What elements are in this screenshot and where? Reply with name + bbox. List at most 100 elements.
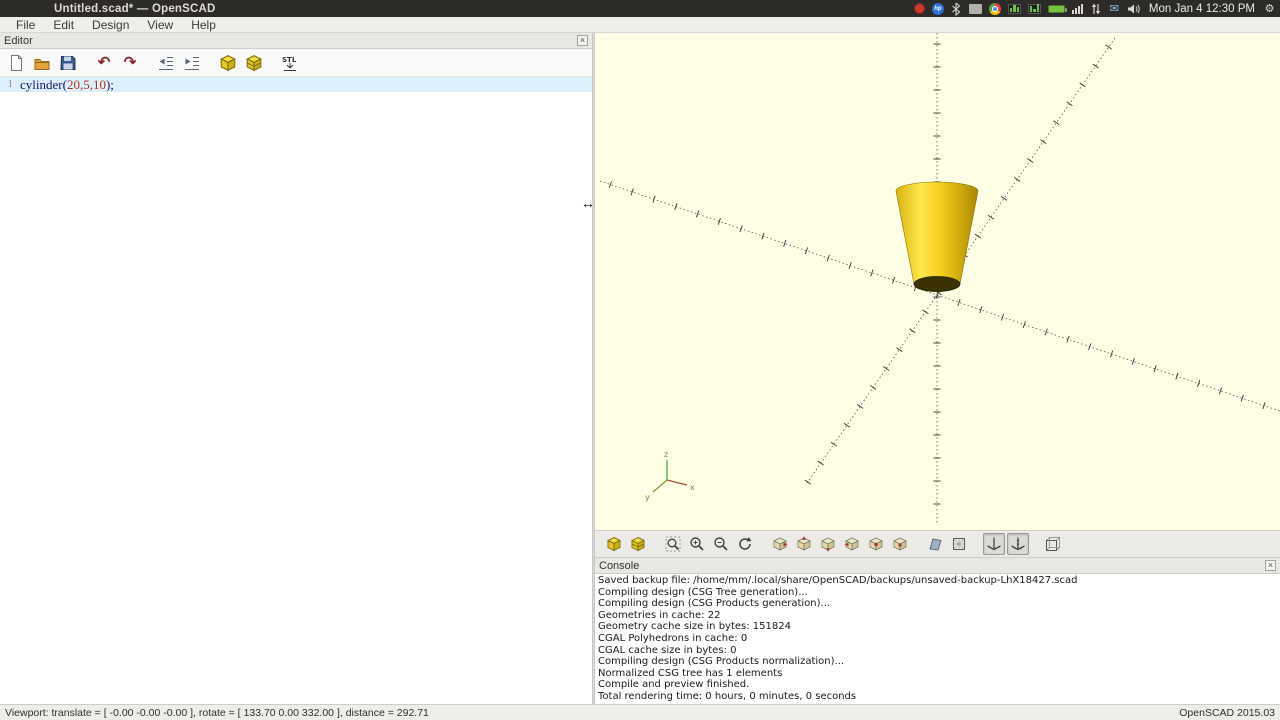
system-panel: Untitled.scad* — OpenSCAD hp ✉ Mon Jan 4… [0,0,1280,17]
3d-viewport[interactable]: z x y [595,33,1280,530]
signal-strength-icon[interactable] [1071,2,1083,16]
battery-icon[interactable] [1047,4,1067,13]
undo-button[interactable]: ↶ [92,51,116,75]
editor-close-button[interactable]: × [577,35,588,46]
view-left-button[interactable] [841,533,863,555]
console-log[interactable]: Saved backup file: /home/mm/.local/share… [595,574,1280,704]
menu-bar: File Edit Design View Help [0,17,1280,33]
indent-button[interactable] [180,51,204,75]
keyboard-indicator-icon[interactable] [968,3,982,14]
preview-view-button[interactable] [603,533,625,555]
console-line: Geometries in cache: 22 [598,609,721,621]
network-updown-icon[interactable] [1090,2,1102,16]
view-top-button[interactable] [793,533,815,555]
menu-file[interactable]: File [0,17,44,32]
editor-title: Editor [4,34,33,47]
surfaces-icon [929,538,942,551]
network-monitor-icon[interactable] [1027,3,1041,14]
show-surfaces-button[interactable] [924,533,946,555]
open-file-button[interactable] [30,51,54,75]
x-axis-label: x [690,483,695,492]
wireframe-icon [953,538,965,550]
save-floppy-icon [60,55,76,70]
view-back-button[interactable] [889,533,911,555]
console-line: Normalized CSG tree has 1 elements [598,667,783,679]
preview-cube-icon [606,536,622,552]
editor-pane: Editor × ↶ ↷ STL 1 cylinder(20,5,10); [0,33,592,704]
line-number: 1 [7,78,14,90]
magnifier-plus-icon [690,537,704,551]
unindent-button[interactable] [154,51,178,75]
console-line: Compiling design (CSG Products normaliza… [598,656,845,668]
render-button[interactable] [242,51,266,75]
view-back-icon [893,537,907,551]
view-bottom-button[interactable] [817,533,839,555]
scale-markers-icon [1011,537,1025,551]
view-toolbar [595,530,1280,558]
zoom-all-button[interactable] [662,533,684,555]
view-top-icon [797,536,811,551]
orthogonal-icon [1046,537,1060,551]
code-line[interactable]: 1 cylinder(20,5,10); [0,77,592,92]
menu-design[interactable]: Design [83,17,138,32]
session-gear-icon[interactable]: ⚙ [1264,2,1275,16]
open-folder-icon [34,58,50,70]
z-axis-label: z [664,450,668,459]
show-scale-markers-button[interactable] [1007,533,1029,555]
console-line: CGAL cache size in bytes: 0 [598,644,737,656]
view-left-icon [844,537,859,551]
show-wireframe-button[interactable] [948,533,970,555]
code-text: cylinder(20,5,10); [20,77,114,92]
status-bar: Viewport: translate = [ -0.00 -0.00 -0.0… [0,704,1280,720]
reset-view-button[interactable] [734,533,756,555]
orthogonal-view-button[interactable] [1042,533,1064,555]
viewport-status-text: Viewport: translate = [ -0.00 -0.00 -0.0… [5,706,429,719]
view-front-button[interactable] [865,533,887,555]
console-close-button[interactable]: × [1265,560,1276,571]
render-cube-icon [245,54,263,71]
view-front-icon [869,537,883,551]
hp-logo-icon[interactable]: hp [931,2,944,15]
preview-button[interactable] [216,51,240,75]
new-file-icon [11,54,22,71]
clock[interactable]: Mon Jan 4 12:30 PM [1147,3,1257,15]
cone-model [895,181,979,292]
magnifier-minus-icon [714,537,728,551]
menu-help[interactable]: Help [182,17,225,32]
console-titlebar: Console × [595,558,1280,574]
show-crosshairs-button[interactable] [983,533,1005,555]
messaging-icon[interactable]: ✉ [1109,2,1120,16]
chromium-icon[interactable] [988,2,1001,15]
console-line: Compile and preview finished. [598,679,750,691]
view-bottom-icon [821,537,835,552]
menu-edit[interactable]: Edit [44,17,83,32]
reset-view-icon [739,537,752,550]
view-right-button[interactable] [769,533,791,555]
window-title: Untitled.scad* — OpenSCAD [54,2,216,15]
recording-indicator-icon[interactable] [913,3,925,14]
y-axis-label: y [645,493,650,502]
save-button[interactable] [56,51,80,75]
new-file-button[interactable] [4,51,28,75]
system-tray: hp ✉ Mon Jan 4 12:30 PM ⚙ [913,2,1280,16]
zoom-out-button[interactable] [710,533,732,555]
indent-icon [185,56,199,70]
console-line: Geometry cache size in bytes: 151824 [598,621,791,633]
zoom-in-button[interactable] [686,533,708,555]
console-line: Saved backup file: /home/mm/.local/share… [598,575,1078,586]
code-editor[interactable]: 1 cylinder(20,5,10); [0,77,592,704]
volume-icon[interactable] [1127,2,1140,16]
bluetooth-icon[interactable] [951,2,962,16]
system-monitor-icon[interactable] [1007,3,1021,14]
svg-text:STL: STL [282,56,297,64]
console-line: Total rendering time: 0 hours, 0 minutes… [598,690,857,702]
redo-button[interactable]: ↷ [118,51,142,75]
editor-toolbar: ↶ ↷ STL [0,49,592,77]
view-right-icon [773,537,788,551]
menu-view[interactable]: View [138,17,182,32]
render-view-button[interactable] [627,533,649,555]
export-stl-button[interactable]: STL [278,51,302,75]
console-line: CGAL Polyhedrons in cache: 0 [598,632,748,644]
desktop: Untitled.scad* — OpenSCAD hp ✉ Mon Jan 4… [0,0,1280,720]
render-cube-icon [630,536,646,552]
